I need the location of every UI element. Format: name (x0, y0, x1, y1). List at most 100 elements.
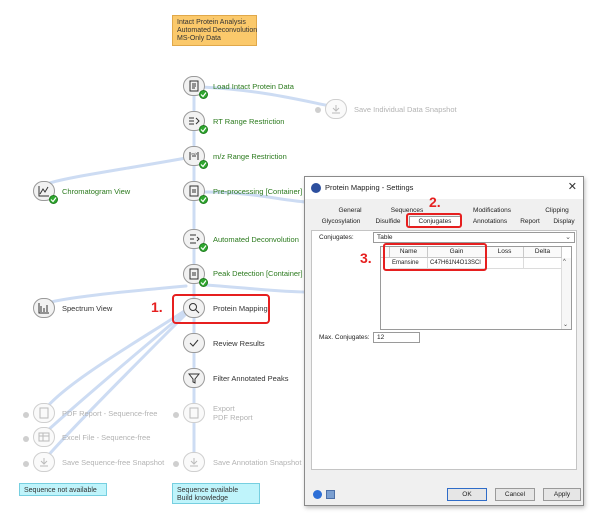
range-filter-icon (189, 117, 200, 125)
tab-annotations[interactable]: Annotations (467, 217, 513, 227)
filter-peaks-node[interactable] (183, 368, 205, 388)
status-check-icon (199, 278, 208, 287)
note-line: Intact Protein Analysis (177, 19, 246, 26)
spectrum-view-node[interactable] (33, 298, 55, 318)
deconvolution-label: Automated Deconvolution (213, 235, 299, 244)
step-3-marker: 3. (360, 250, 372, 266)
review-results-node[interactable] (183, 333, 205, 353)
disabled-indicator (173, 412, 179, 418)
conjugates-label: Conjugates: (319, 234, 354, 241)
save-settings-icon[interactable] (326, 490, 335, 499)
cell-loss[interactable] (486, 258, 524, 269)
tab-display[interactable]: Display (549, 217, 579, 227)
save-annotation-snapshot-node[interactable] (183, 452, 205, 472)
disabled-indicator (173, 461, 179, 467)
dialog-title-bar: Protein Mapping - Settings ✕ (305, 177, 583, 199)
disabled-indicator (23, 461, 29, 467)
status-check-icon (199, 243, 208, 252)
excel-file-node[interactable] (33, 427, 55, 447)
chromatogram-view-label: Chromatogram View (62, 187, 131, 196)
conjugates-mode-select[interactable]: Table ⌄ (373, 232, 575, 243)
spreadsheet-icon (38, 432, 50, 442)
tab-modifications[interactable]: Modifications (462, 206, 522, 216)
filter-icon (188, 373, 200, 384)
preprocessing-label: Pre-processing [Container] (213, 187, 303, 196)
sequence-not-available-note: Sequence not available (19, 483, 107, 496)
chart-icon (38, 186, 49, 197)
load-data-label: Load Intact Protein Data (213, 82, 294, 91)
spectrum-view-label: Spectrum View (62, 304, 113, 313)
conjugates-mode-value: Table (377, 234, 393, 241)
save-annotation-snapshot-label: Save Annotation Snapshot (213, 458, 302, 467)
max-conjugates-input[interactable]: 12 (373, 332, 420, 343)
export-label-line1: Export (213, 404, 235, 413)
document-icon (189, 80, 199, 92)
column-header-delta: Delta (524, 247, 562, 258)
mz-range-icon: m/z (189, 152, 199, 160)
svg-text:m/z: m/z (192, 152, 198, 156)
pdf-report-label: PDF Report - Sequence-free (62, 409, 158, 418)
note-line: Automated Deconvolution (177, 27, 258, 34)
chromatogram-view-node[interactable] (33, 181, 58, 204)
mz-range-node[interactable]: m/z (183, 146, 208, 169)
table-scrollbar[interactable]: ^ ⌄ (561, 258, 571, 329)
tab-general[interactable]: General (325, 206, 375, 216)
save-individual-snapshot-label: Save Individual Data Snapshot (354, 105, 457, 114)
disabled-indicator (23, 412, 29, 418)
sequence-available-note: Sequence available Build knowledge (172, 483, 260, 504)
container-icon (189, 268, 199, 280)
save-snapshot-icon (332, 105, 340, 114)
protein-mapping-node[interactable] (183, 298, 205, 318)
scroll-up-icon[interactable]: ^ (563, 259, 566, 265)
close-icon[interactable]: ✕ (568, 180, 577, 193)
status-check-icon (49, 195, 58, 204)
note-line: Build knowledge (177, 495, 228, 502)
chevron-down-icon: ⌄ (565, 234, 571, 241)
save-seqfree-snapshot-node[interactable] (33, 452, 55, 472)
load-data-node[interactable] (183, 76, 208, 99)
review-results-label: Review Results (213, 339, 265, 348)
save-seqfree-snapshot-label: Save Sequence-free Snapshot (62, 458, 165, 467)
status-check-icon (199, 90, 208, 99)
max-conjugates-label: Max. Conjugates: (319, 334, 370, 341)
cancel-button[interactable]: Cancel (495, 488, 535, 501)
cell-delta[interactable] (524, 258, 562, 269)
dialog-title: Protein Mapping - Settings (325, 183, 414, 192)
tab-disulfide[interactable]: Disulfide (371, 217, 405, 227)
help-icon[interactable] (313, 490, 322, 499)
rt-range-node[interactable] (183, 111, 208, 134)
disabled-indicator (23, 436, 29, 442)
save-snapshot-icon (40, 458, 48, 467)
status-check-icon (199, 160, 208, 169)
conjugates-tab-highlight (406, 213, 462, 228)
filter-peaks-label: Filter Annotated Peaks (213, 374, 289, 383)
column-header-loss: Loss (486, 247, 524, 258)
excel-file-label: Excel File - Sequence-free (62, 433, 151, 442)
peak-detection-label: Peak Detection [Container] (213, 269, 303, 278)
save-snapshot-icon (190, 458, 198, 467)
magnifier-icon (189, 303, 200, 314)
report-icon (189, 407, 199, 419)
tab-report[interactable]: Report (517, 217, 543, 227)
disabled-indicator (315, 107, 321, 113)
preprocessing-node[interactable] (183, 181, 208, 204)
table-row-highlight (383, 243, 487, 271)
peak-detection-node[interactable] (183, 264, 208, 287)
status-check-icon (199, 125, 208, 134)
rt-range-label: RT Range Restriction (213, 117, 285, 126)
apply-button[interactable]: Apply (543, 488, 581, 501)
export-label-line2: PDF Report (213, 413, 253, 422)
app-icon (311, 183, 321, 193)
save-individual-snapshot-node[interactable] (325, 99, 347, 119)
note-line: Sequence available (177, 487, 239, 494)
note-line: MS-Only Data (177, 35, 221, 42)
tab-clipping[interactable]: Clipping (537, 206, 577, 216)
protein-mapping-settings-dialog: Protein Mapping - Settings ✕ General Seq… (304, 176, 584, 506)
export-pdf-node[interactable] (183, 403, 205, 423)
scroll-down-icon[interactable]: ⌄ (563, 321, 568, 328)
tab-glycosylation[interactable]: Glycosylation (315, 217, 367, 227)
ok-button[interactable]: OK (447, 488, 487, 501)
pdf-report-node[interactable] (33, 403, 55, 423)
deconvolution-node[interactable] (183, 229, 208, 252)
step-1-marker: 1. (151, 299, 163, 315)
